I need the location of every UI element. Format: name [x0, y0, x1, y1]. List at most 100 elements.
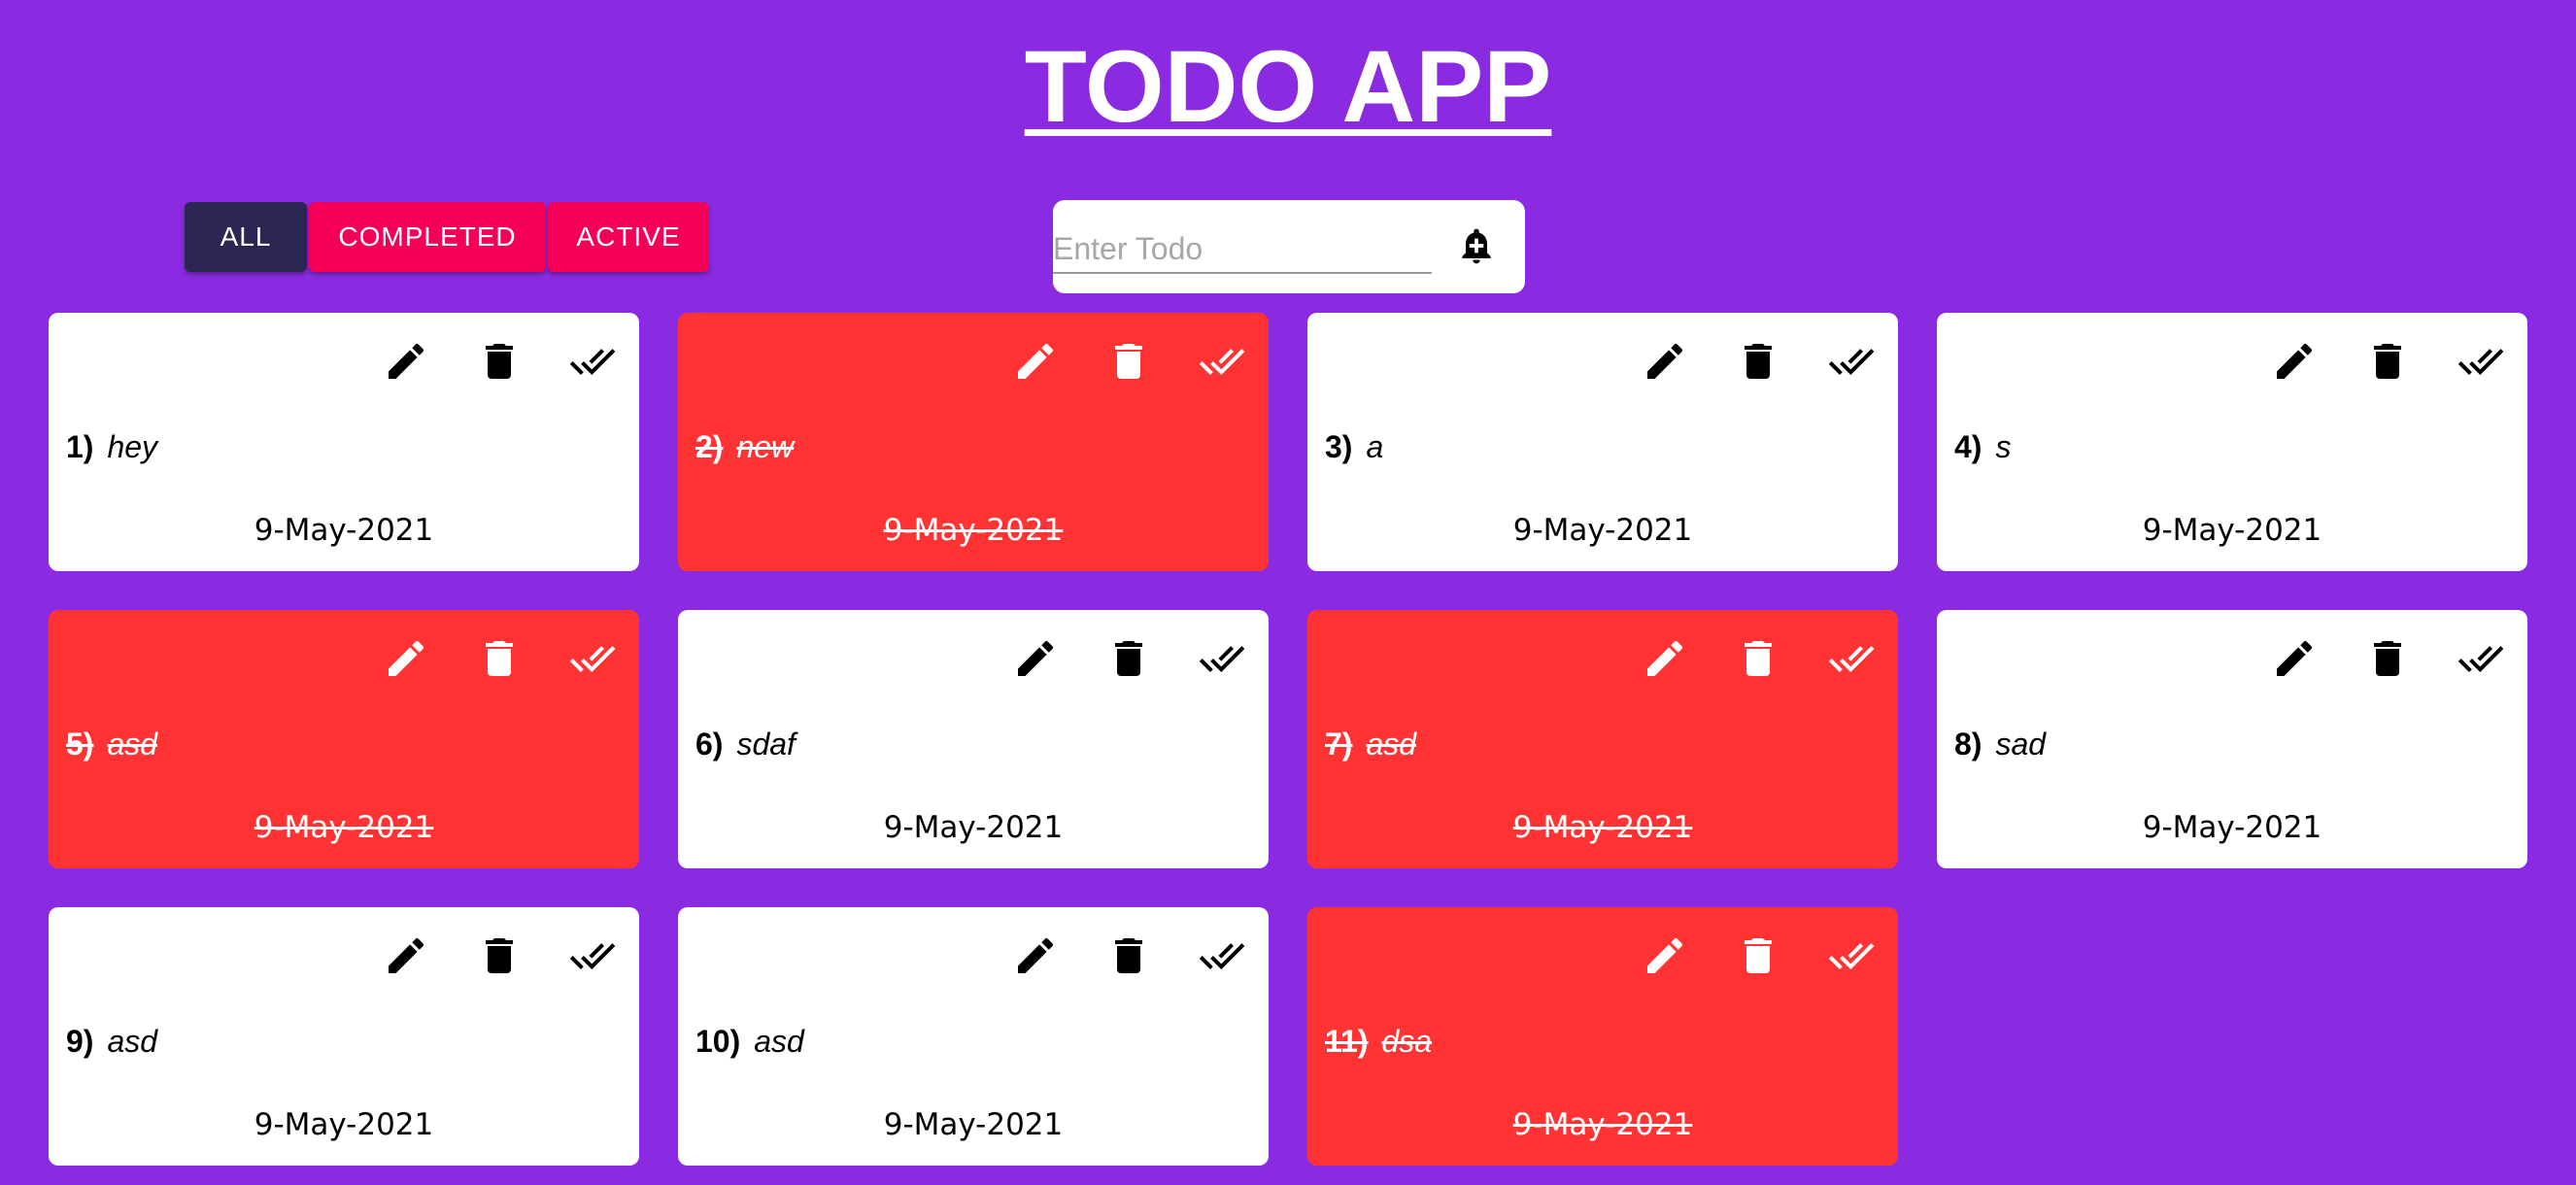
- todo-date: 9-May-2021: [2142, 513, 2322, 548]
- complete-todo-button[interactable]: [1805, 929, 1898, 983]
- delete-todo-button[interactable]: [2341, 631, 2434, 686]
- pencil-icon: [1647, 937, 1683, 973]
- trash-icon: [1115, 344, 1142, 379]
- filter-all-button[interactable]: ALL: [185, 202, 307, 272]
- delete-todo-button[interactable]: [2341, 334, 2434, 389]
- complete-todo-button[interactable]: [546, 929, 639, 983]
- todo-input-box: [1053, 200, 1525, 293]
- delete-todo-button[interactable]: [453, 334, 546, 389]
- todo-actions: [1618, 929, 1898, 983]
- todo-text: 5) asd: [66, 725, 157, 763]
- todo-card: 3) a 9-May-2021: [1307, 313, 1898, 571]
- todo-number: 7): [1325, 727, 1353, 762]
- edit-todo-button[interactable]: [989, 929, 1082, 983]
- complete-todo-button[interactable]: [2434, 334, 2527, 389]
- todo-text: 9) asd: [66, 1022, 157, 1061]
- filter-completed-button[interactable]: COMPLETED: [309, 202, 546, 272]
- todo-text: 7) asd: [1325, 725, 1416, 763]
- todo-title: asd: [754, 1024, 804, 1059]
- pencil-icon: [1647, 640, 1683, 676]
- edit-todo-button[interactable]: [1618, 929, 1712, 983]
- delete-todo-button[interactable]: [1082, 631, 1175, 686]
- double-check-icon: [1199, 646, 1245, 672]
- todo-actions: [2248, 334, 2527, 389]
- delete-todo-button[interactable]: [453, 631, 546, 686]
- todo-card: 10) asd 9-May-2021: [678, 907, 1269, 1166]
- double-check-icon: [2457, 349, 2504, 375]
- pencil-icon: [1018, 343, 1054, 379]
- delete-todo-button[interactable]: [1082, 334, 1175, 389]
- delete-todo-button[interactable]: [1712, 929, 1805, 983]
- edit-todo-button[interactable]: [359, 929, 453, 983]
- edit-todo-button[interactable]: [2248, 631, 2341, 686]
- todo-text: 10) asd: [695, 1022, 804, 1061]
- trash-icon: [1745, 344, 1772, 379]
- trash-icon: [1115, 938, 1142, 973]
- double-check-icon: [1199, 943, 1245, 969]
- todo-actions: [989, 631, 1269, 686]
- complete-todo-button[interactable]: [1175, 631, 1269, 686]
- todo-actions: [359, 631, 639, 686]
- todo-text: 2) new: [695, 427, 794, 466]
- todo-number: 2): [695, 429, 724, 464]
- pencil-icon: [1018, 640, 1054, 676]
- double-check-icon: [569, 646, 616, 672]
- trash-icon: [2374, 344, 2401, 379]
- todo-date: 9-May-2021: [1512, 1107, 1693, 1142]
- todo-card: 1) hey 9-May-2021: [49, 313, 639, 571]
- todo-text: 8) sad: [1954, 725, 2046, 763]
- todo-title: hey: [107, 429, 158, 464]
- todo-date: 9-May-2021: [254, 1107, 434, 1142]
- edit-todo-button[interactable]: [989, 631, 1082, 686]
- edit-todo-button[interactable]: [359, 631, 453, 686]
- delete-todo-button[interactable]: [1082, 929, 1175, 983]
- complete-todo-button[interactable]: [1805, 334, 1898, 389]
- complete-todo-button[interactable]: [1805, 631, 1898, 686]
- todo-date: 9-May-2021: [254, 513, 434, 548]
- edit-todo-button[interactable]: [1618, 334, 1712, 389]
- todo-date: 9-May-2021: [2142, 810, 2322, 845]
- todo-number: 6): [695, 727, 724, 762]
- pencil-icon: [389, 640, 424, 676]
- delete-todo-button[interactable]: [453, 929, 546, 983]
- edit-todo-button[interactable]: [359, 334, 453, 389]
- double-check-icon: [2457, 646, 2504, 672]
- bell-plus-icon: [1462, 228, 1491, 263]
- todo-title: asd: [1366, 727, 1417, 762]
- complete-todo-button[interactable]: [1175, 334, 1269, 389]
- todo-text: 1) hey: [66, 427, 157, 466]
- add-todo-button[interactable]: [1447, 218, 1506, 276]
- todo-actions: [1618, 334, 1898, 389]
- todo-actions: [1618, 631, 1898, 686]
- todo-input[interactable]: [1053, 225, 1432, 274]
- todo-title: a: [1366, 429, 1384, 464]
- filter-active-button[interactable]: ACTIVE: [548, 202, 709, 272]
- trash-icon: [1745, 641, 1772, 676]
- todo-number: 9): [66, 1024, 94, 1059]
- pencil-icon: [1647, 343, 1683, 379]
- pencil-icon: [389, 937, 424, 973]
- edit-todo-button[interactable]: [989, 334, 1082, 389]
- complete-todo-button[interactable]: [2434, 631, 2527, 686]
- edit-todo-button[interactable]: [1618, 631, 1712, 686]
- todo-number: 11): [1325, 1024, 1369, 1059]
- trash-icon: [486, 938, 513, 973]
- delete-todo-button[interactable]: [1712, 631, 1805, 686]
- todo-actions: [989, 334, 1269, 389]
- todo-date: 9-May-2021: [883, 810, 1064, 845]
- todo-title: asd: [107, 727, 158, 762]
- trash-icon: [2374, 641, 2401, 676]
- complete-todo-button[interactable]: [546, 334, 639, 389]
- todo-card: 6) sdaf 9-May-2021: [678, 610, 1269, 868]
- complete-todo-button[interactable]: [546, 631, 639, 686]
- delete-todo-button[interactable]: [1712, 334, 1805, 389]
- todo-card: 5) asd 9-May-2021: [49, 610, 639, 868]
- edit-todo-button[interactable]: [2248, 334, 2341, 389]
- todo-card: 8) sad 9-May-2021: [1937, 610, 2527, 868]
- trash-icon: [486, 344, 513, 379]
- trash-icon: [1115, 641, 1142, 676]
- complete-todo-button[interactable]: [1175, 929, 1269, 983]
- todo-text: 3) a: [1325, 427, 1383, 466]
- todo-date: 9-May-2021: [1512, 810, 1693, 845]
- todo-actions: [359, 334, 639, 389]
